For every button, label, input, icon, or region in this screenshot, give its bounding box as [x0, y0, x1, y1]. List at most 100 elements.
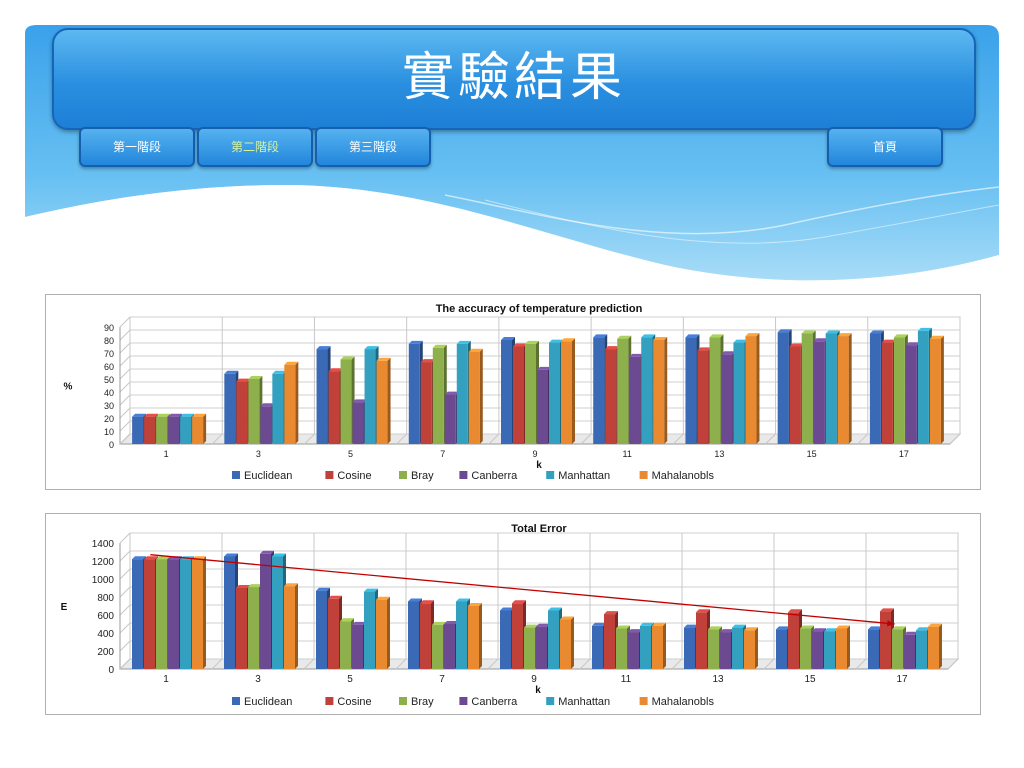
bar-manhattan-k7: [456, 340, 471, 444]
bar-face: [192, 416, 204, 444]
bar-bray-k15: [801, 330, 816, 444]
bar-face: [512, 603, 523, 669]
gridline-diagonal: [119, 420, 131, 432]
nav-stage-2-button[interactable]: 第二階段: [197, 127, 313, 167]
bar-manhattan-k9: [549, 339, 563, 444]
bar-euclidean-k9: [501, 337, 515, 444]
bar-face: [733, 342, 745, 444]
bar-face: [813, 341, 825, 444]
bar-mahalanobls-k1: [192, 413, 207, 444]
y-tick-label: 1400: [92, 539, 115, 550]
bar-face: [812, 631, 823, 669]
bar-face: [709, 337, 721, 444]
bar-face: [272, 556, 283, 669]
x-tick-label: 3: [256, 449, 261, 459]
accuracy-chart: 0 10 20 30 40 50 60 70 80 90 1 3 5 7 9 11 13 15 17 The accu…: [45, 294, 981, 490]
bar-face: [352, 624, 363, 669]
bar-manhattan-k15: [825, 330, 840, 444]
bar-euclidean-k1: [132, 413, 147, 444]
bar-bray-k17: [893, 334, 908, 444]
bar-bray-k7: [432, 621, 446, 669]
bar-face: [284, 586, 295, 669]
bar-face: [720, 632, 731, 669]
bar-face: [168, 416, 180, 444]
bar-face: [892, 629, 903, 669]
bar-face: [904, 634, 915, 669]
legend-label: Bray: [411, 696, 434, 708]
legend-swatch: [639, 697, 648, 705]
bar-canberra-k9: [536, 623, 550, 669]
bar-face: [893, 337, 905, 444]
bar-face: [696, 612, 707, 669]
bar-face: [868, 629, 879, 669]
y-tick-label: 0: [109, 440, 114, 450]
chart-title: Total Error: [511, 523, 567, 535]
nav-home-button[interactable]: 首頁: [827, 127, 943, 167]
bar-face: [444, 394, 456, 444]
bar-bray-k3: [248, 376, 263, 444]
bar-bray-k11: [617, 335, 632, 444]
legend-swatch: [459, 471, 468, 479]
bar-face: [408, 601, 419, 669]
x-tick-label: 9: [531, 674, 537, 685]
legend-swatch: [546, 471, 555, 479]
bar-face: [328, 598, 339, 669]
gridline-diagonal: [119, 550, 131, 562]
bar-face: [432, 347, 444, 444]
bar-face: [628, 632, 639, 669]
bar-face: [376, 360, 388, 444]
x-tick-label: 11: [621, 674, 632, 685]
bar-side: [479, 603, 482, 669]
bar-face: [916, 630, 927, 669]
legend-swatch: [325, 697, 334, 705]
bar-cosine-k11: [604, 611, 618, 669]
bar-manhattan-k5: [364, 588, 378, 669]
legend-item-mahalanobls: Mahalanobls: [639, 470, 714, 482]
x-tick-label: 3: [255, 674, 261, 685]
bar-side: [571, 616, 574, 669]
legend-swatch: [546, 697, 555, 705]
bar-manhattan-k9: [548, 607, 562, 669]
bar-face: [905, 345, 917, 444]
bar-face: [432, 624, 443, 669]
x-axis-label: k: [536, 460, 542, 471]
bar-face: [456, 601, 467, 669]
bar-euclidean-k13: [685, 334, 700, 444]
bar-face: [776, 629, 787, 669]
gridline-diagonal: [119, 568, 131, 580]
bar-face: [561, 341, 572, 444]
y-tick-label: 40: [104, 388, 114, 398]
bar-canberra-k15: [812, 628, 826, 669]
y-tick-label: 1200: [92, 557, 115, 568]
bar-face: [501, 340, 512, 444]
nav-stage-1-button[interactable]: 第一階段: [79, 127, 195, 167]
bar-mahalanobls-k5: [376, 596, 390, 669]
bar-mahalanobls-k13: [744, 627, 758, 669]
nav-stage-3-button[interactable]: 第三階段: [315, 127, 431, 167]
bar-manhattan-k3: [272, 370, 287, 444]
bar-mahalanobls-k7: [468, 348, 483, 444]
bar-side: [203, 413, 207, 444]
bar-euclidean-k9: [500, 607, 514, 669]
bar-face: [456, 343, 468, 444]
bar-mahalanobls-k13: [745, 333, 760, 444]
bar-face: [708, 629, 719, 669]
bar-canberra-k17: [905, 342, 920, 444]
bar-face: [604, 614, 615, 669]
bar-face: [524, 627, 535, 669]
bar-face: [825, 333, 837, 444]
bar-face: [132, 416, 144, 444]
bar-side: [848, 333, 852, 444]
bar-face: [592, 625, 603, 669]
bar-euclidean-k7: [408, 340, 423, 444]
bar-side: [479, 348, 483, 444]
gridline-diagonal: [119, 381, 131, 393]
bar-side: [755, 627, 758, 669]
legend-swatch: [399, 471, 407, 479]
bar-face: [777, 332, 789, 444]
bar-face: [500, 610, 511, 669]
y-tick-label: 70: [104, 349, 114, 359]
bar-bray-k17: [892, 626, 906, 669]
bar-face: [732, 627, 743, 669]
bar-face: [192, 559, 203, 669]
